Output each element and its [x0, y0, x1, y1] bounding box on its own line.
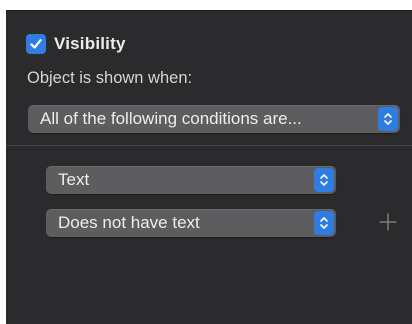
condition-mode-value: All of the following conditions are... [40, 109, 302, 128]
checkmark-icon [30, 39, 42, 49]
section-divider [6, 145, 412, 146]
popup-chevrons-icon [378, 107, 398, 131]
popup-chevrons-icon [314, 168, 334, 192]
add-rule-button[interactable] [377, 211, 399, 233]
rule-field-popup[interactable]: Text [46, 166, 336, 194]
visibility-inspector-panel: Visibility Object is shown when: All of … [6, 10, 412, 324]
visibility-label: Visibility [54, 34, 126, 53]
visibility-checkbox[interactable] [26, 34, 46, 54]
rule-operator-value: Does not have text [58, 213, 200, 232]
condition-mode-popup[interactable]: All of the following conditions are... [28, 105, 400, 133]
popup-chevrons-icon [314, 211, 334, 235]
rule-operator-popup[interactable]: Does not have text [46, 209, 336, 237]
plus-icon [379, 213, 397, 231]
rule-field-value: Text [58, 170, 90, 189]
visibility-row: Visibility [26, 33, 126, 55]
shown-when-label: Object is shown when: [27, 69, 193, 87]
